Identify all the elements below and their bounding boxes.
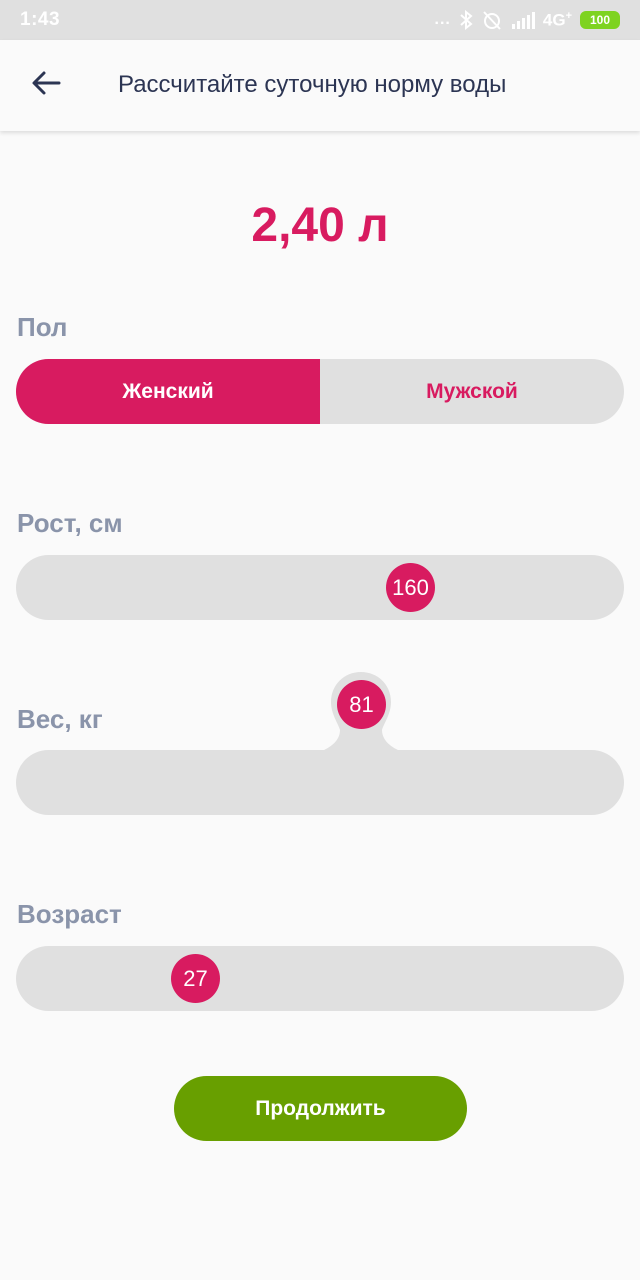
network-type: 4G+ [542, 9, 572, 30]
app-bar: Рассчитайте суточную норму воды [0, 40, 640, 131]
bluetooth-icon [459, 10, 473, 30]
battery-icon: 100 [580, 11, 620, 29]
signal-icon [511, 11, 535, 29]
status-time: 1:43 [20, 9, 61, 30]
notification-dots: ... [434, 11, 451, 28]
status-bar: 1:43 ... 4G+ 100 [0, 0, 640, 40]
age-label: Возраст [17, 899, 122, 929]
gender-option-female[interactable]: Женский [16, 359, 320, 424]
gender-selector: Женский Мужской [16, 359, 624, 424]
gender-option-male[interactable]: Мужской [320, 359, 624, 424]
alarm-off-icon [481, 10, 503, 30]
water-norm-result: 2,40 л [251, 199, 389, 252]
height-slider-thumb[interactable]: 160 [386, 563, 435, 612]
height-slider[interactable]: 160 [16, 555, 624, 620]
page-title: Рассчитайте суточную норму воды [118, 71, 507, 98]
gender-label: Пол [17, 312, 68, 342]
height-label: Рост, см [17, 508, 123, 538]
weight-label: Вес, кг [17, 704, 103, 734]
weight-slider-thumb[interactable]: 81 [337, 680, 386, 729]
age-slider-thumb[interactable]: 27 [171, 954, 220, 1003]
continue-button[interactable]: Продолжить [174, 1076, 467, 1141]
back-button[interactable] [18, 60, 74, 110]
status-icons: ... 4G+ 100 [435, 8, 620, 32]
weight-slider[interactable] [16, 750, 624, 815]
arrow-left-icon [31, 70, 61, 101]
age-slider[interactable]: 27 [16, 946, 624, 1011]
